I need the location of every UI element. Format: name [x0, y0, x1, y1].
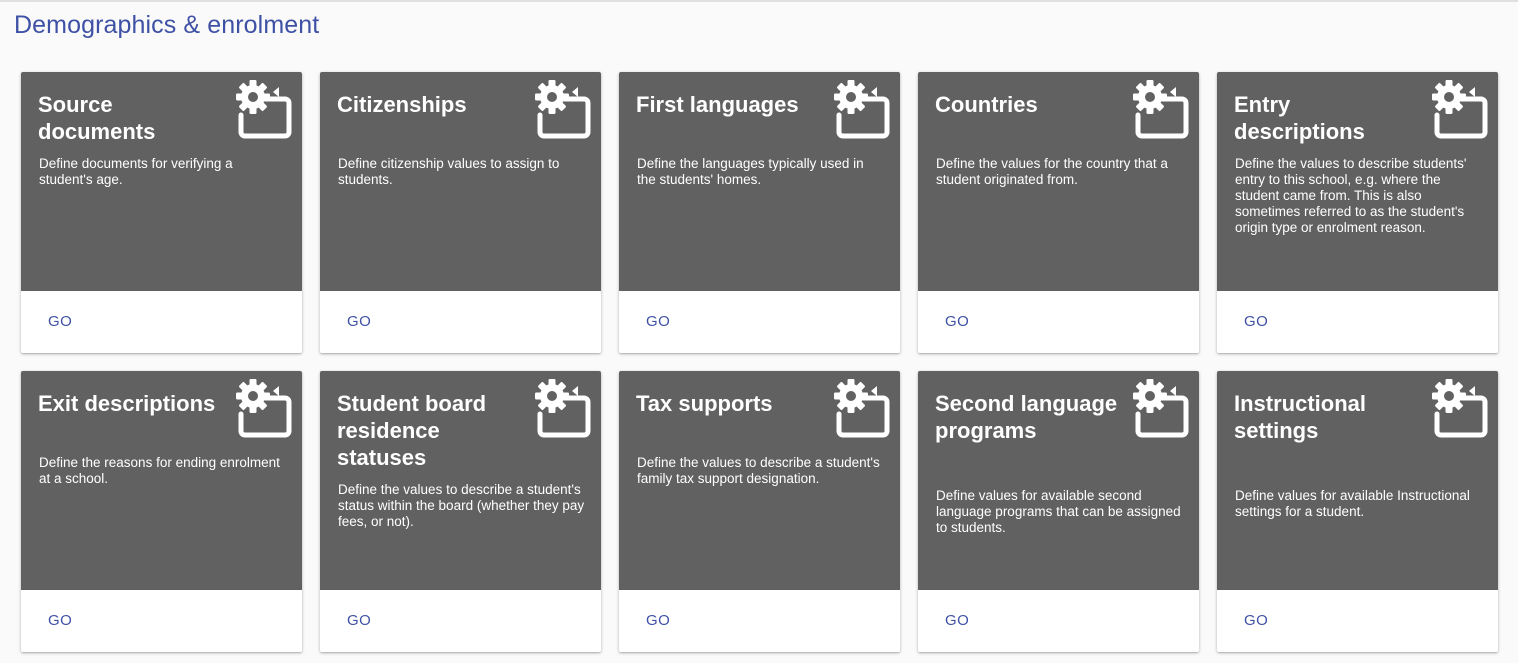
- card-actions: GO: [1217, 590, 1498, 652]
- card-description: Define documents for verifying a student…: [39, 156, 233, 187]
- card-actions: GO: [619, 590, 900, 652]
- card-description: Define the values to describe students' …: [1235, 156, 1467, 235]
- settings-card-grid: Source documents Define documents for ve…: [21, 72, 1498, 652]
- card-header: Exit descriptions Define the reasons for…: [21, 371, 302, 590]
- settings-applications-icon: [233, 378, 293, 438]
- go-button[interactable]: GO: [338, 309, 380, 335]
- card-actions: GO: [1217, 291, 1498, 353]
- card-title: First languages: [636, 92, 799, 117]
- card-header: Instructional settings Define values for…: [1217, 371, 1498, 590]
- card-title: Entry descriptions: [1234, 92, 1365, 144]
- card-entry-descriptions: Entry descriptions Define the values to …: [1217, 72, 1498, 353]
- card-title: Student board residence statuses: [337, 391, 487, 470]
- card-countries: Countries Define the values for the coun…: [918, 72, 1199, 353]
- card-actions: GO: [21, 590, 302, 652]
- settings-applications-icon: [1429, 79, 1489, 139]
- go-button[interactable]: GO: [936, 608, 978, 634]
- card-header: Second language programs Define values f…: [918, 371, 1199, 590]
- card-title: Instructional settings: [1234, 391, 1367, 443]
- card-description: Define the values to describe a student'…: [338, 482, 585, 529]
- settings-applications-icon: [532, 378, 592, 438]
- card-actions: GO: [21, 291, 302, 353]
- go-button[interactable]: GO: [338, 608, 380, 634]
- card-title: Second language programs: [935, 391, 1118, 443]
- card-header: Entry descriptions Define the values to …: [1217, 72, 1498, 291]
- go-button[interactable]: GO: [637, 608, 679, 634]
- card-actions: GO: [918, 291, 1199, 353]
- go-button[interactable]: GO: [637, 309, 679, 335]
- card-description: Define citizenship values to assign to s…: [338, 156, 560, 187]
- card-header: Source documents Define documents for ve…: [21, 72, 302, 291]
- settings-applications-icon: [532, 79, 592, 139]
- page-title: Demographics & enrolment: [14, 11, 320, 39]
- card-actions: GO: [320, 590, 601, 652]
- card-title: Tax supports: [636, 391, 773, 416]
- card-exit-descriptions: Exit descriptions Define the reasons for…: [21, 371, 302, 652]
- go-button[interactable]: GO: [1235, 608, 1277, 634]
- settings-applications-icon: [831, 378, 891, 438]
- card-description: Define values for available second langu…: [936, 488, 1181, 535]
- card-title: Source documents: [38, 92, 156, 144]
- card-description: Define the languages typically used in t…: [637, 156, 864, 187]
- card-header: Countries Define the values for the coun…: [918, 72, 1199, 291]
- card-actions: GO: [918, 590, 1199, 652]
- go-button[interactable]: GO: [39, 309, 81, 335]
- card-title: Countries: [935, 92, 1038, 117]
- card-header: Tax supports Define the values to descri…: [619, 371, 900, 590]
- card-header: Citizenships Define citizenship values t…: [320, 72, 601, 291]
- go-button[interactable]: GO: [936, 309, 978, 335]
- card-description: Define values for available Instructiona…: [1235, 488, 1470, 519]
- card-description: Define the values for the country that a…: [936, 156, 1168, 187]
- card-student-board-residence-statuses: Student board residence statuses Define …: [320, 371, 601, 652]
- card-header: First languages Define the languages typ…: [619, 72, 900, 291]
- card-first-languages: First languages Define the languages typ…: [619, 72, 900, 353]
- settings-applications-icon: [831, 79, 891, 139]
- settings-applications-icon: [1130, 378, 1190, 438]
- card-description: Define the reasons for ending enrolment …: [39, 455, 280, 486]
- card-header: Student board residence statuses Define …: [320, 371, 601, 590]
- card-actions: GO: [320, 291, 601, 353]
- card-description: Define the values to describe a student'…: [637, 455, 880, 486]
- card-source-documents: Source documents Define documents for ve…: [21, 72, 302, 353]
- go-button[interactable]: GO: [39, 608, 81, 634]
- card-citizenships: Citizenships Define citizenship values t…: [320, 72, 601, 353]
- card-title: Exit descriptions: [38, 391, 216, 416]
- card-tax-supports: Tax supports Define the values to descri…: [619, 371, 900, 652]
- settings-applications-icon: [1429, 378, 1489, 438]
- top-divider: [0, 0, 1518, 2]
- go-button[interactable]: GO: [1235, 309, 1277, 335]
- card-instructional-settings: Instructional settings Define values for…: [1217, 371, 1498, 652]
- card-second-language-programs: Second language programs Define values f…: [918, 371, 1199, 652]
- card-title: Citizenships: [337, 92, 467, 117]
- card-actions: GO: [619, 291, 900, 353]
- settings-applications-icon: [233, 79, 293, 139]
- settings-applications-icon: [1130, 79, 1190, 139]
